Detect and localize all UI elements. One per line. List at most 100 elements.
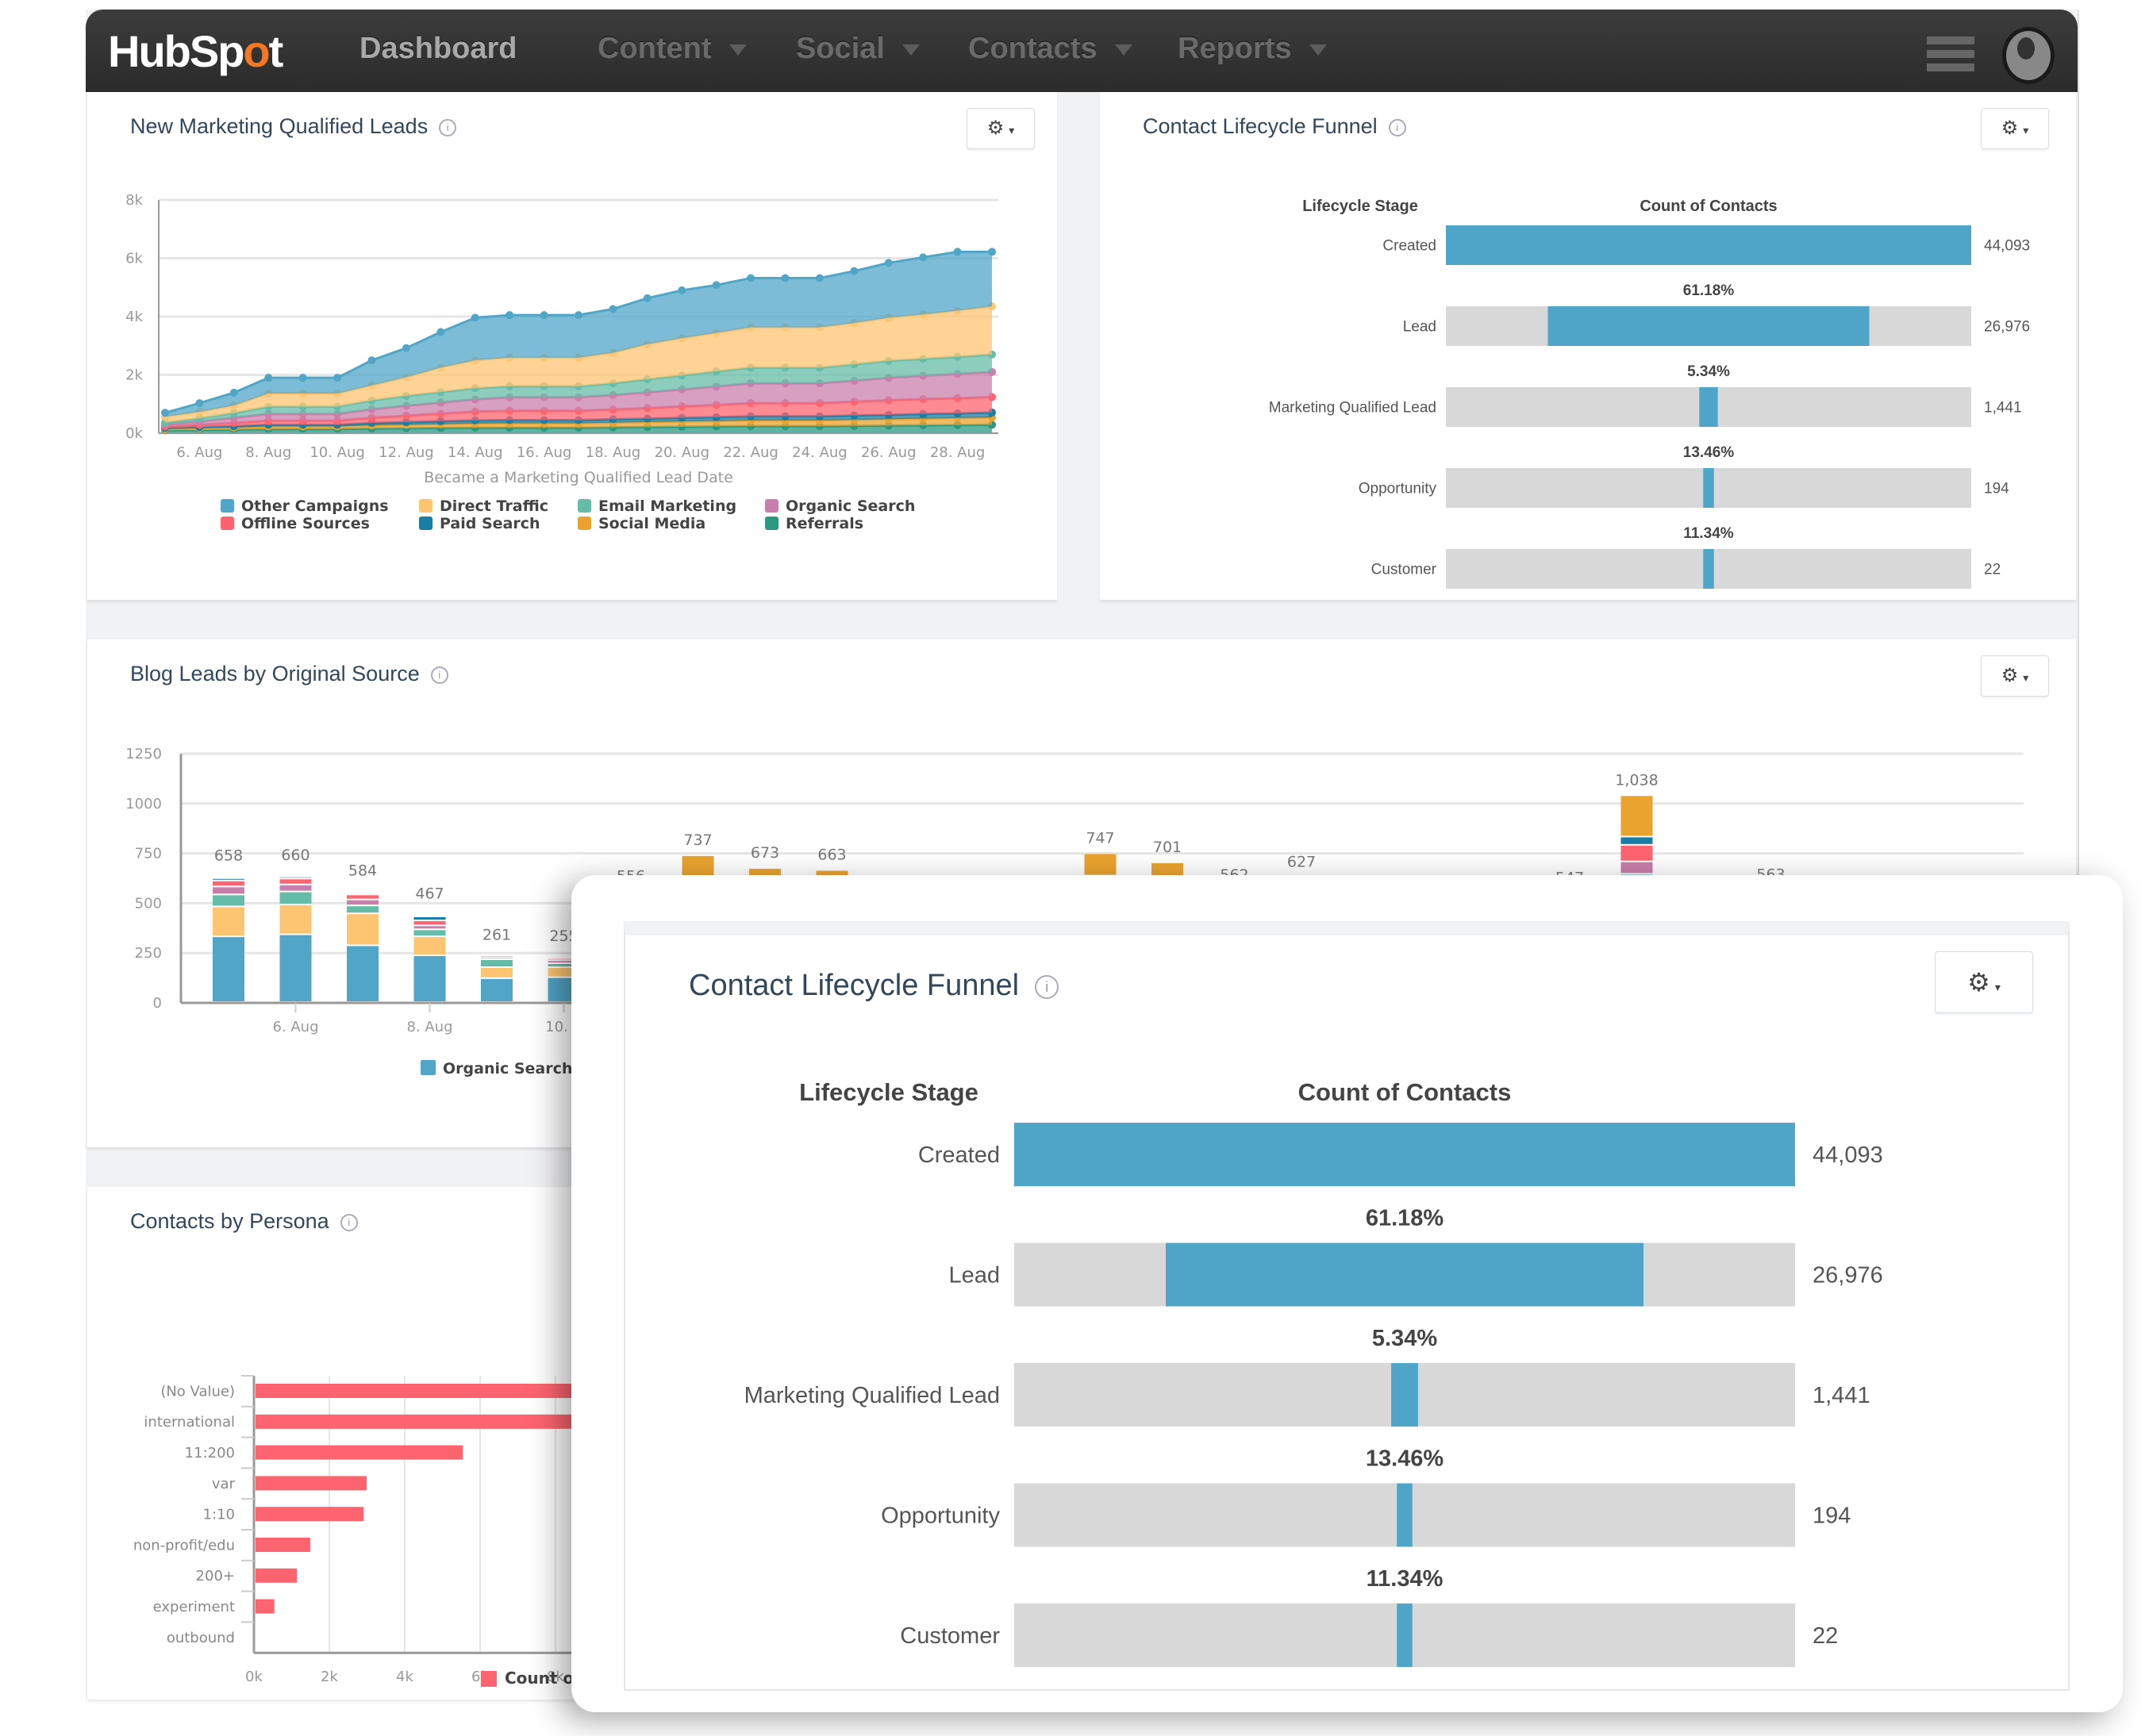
bar-segment (413, 930, 446, 936)
info-icon[interactable]: i (430, 666, 448, 684)
top-nav: HubSpot Dashboard Content Social Contact… (86, 10, 2078, 92)
info-icon[interactable]: i (1035, 974, 1059, 999)
conversion-rate: 11.34% (1367, 1566, 1444, 1592)
legend-swatch (419, 517, 432, 530)
bar-segment (279, 879, 312, 884)
x-tick-label: 28. Aug (930, 444, 986, 461)
y-tick-label: 1250 (125, 746, 162, 762)
nav-dashboard[interactable]: Dashboard (359, 32, 517, 66)
data-point (678, 286, 686, 294)
bar-segment (279, 935, 312, 1001)
data-point (747, 274, 755, 282)
count-label: 1,441 (1984, 400, 2022, 417)
bar-segment (213, 907, 244, 936)
nav-label: Social (796, 32, 885, 65)
count-label: 44,093 (1984, 238, 2030, 255)
nav-reports[interactable]: Reports (1178, 32, 1327, 66)
menu-icon[interactable] (1927, 36, 1974, 71)
stage-label: Opportunity (881, 1504, 1000, 1529)
persona-bar (256, 1414, 595, 1429)
settings-gear-button[interactable]: ⚙ ▾ (967, 108, 1035, 149)
persona-bar (256, 1476, 367, 1491)
nav-label: Contacts (968, 32, 1098, 65)
data-point (229, 388, 238, 397)
nav-social[interactable]: Social (796, 32, 920, 66)
bar-segment (1620, 845, 1653, 861)
funnel-bar (1165, 1242, 1644, 1307)
legend-swatch (578, 499, 591, 513)
bar-segment (413, 921, 446, 925)
data-point (436, 328, 445, 336)
settings-gear-button[interactable]: ⚙ ▾ (1935, 951, 2033, 1013)
column-header: Lifecycle Stage (1302, 198, 1418, 215)
y-tick-label: 0k (125, 425, 143, 442)
count-label: 26,976 (1984, 319, 2030, 336)
legend-label: Organic Search (786, 497, 915, 515)
mql-card: New Marketing Qualified Leads i ⚙ ▾ 0k 2k 4k… (87, 92, 1057, 600)
data-point (298, 374, 307, 382)
bar-segment (413, 955, 446, 1001)
caret-down-icon (902, 44, 920, 56)
bar-segment (481, 955, 513, 957)
x-tick-label: 26. Aug (861, 444, 917, 461)
y-tick-label: 500 (135, 895, 162, 912)
category-label: (No Value) (160, 1383, 235, 1400)
y-tick-label: 0 (153, 995, 162, 1012)
bar-total-label: 467 (415, 885, 444, 903)
legend-label: Organic Search (443, 1060, 572, 1077)
conversion-rate: 11.34% (1683, 525, 1733, 542)
legend-label: Other Campaigns (241, 497, 389, 515)
info-icon[interactable]: i (439, 118, 457, 136)
nav-label: Dashboard (359, 32, 517, 65)
count-label: 194 (1813, 1504, 1851, 1529)
nav-contacts[interactable]: Contacts (968, 32, 1132, 66)
y-tick-label: 750 (135, 846, 162, 862)
funnel-zoom-panel: Contact Lifecycle Funnel i ⚙ ▾ Lifecycle S… (571, 875, 2123, 1712)
stage-label: Created (918, 1143, 1000, 1168)
conversion-rate: 61.18% (1366, 1206, 1444, 1231)
bar-segment (413, 926, 446, 929)
count-label: 44,093 (1813, 1143, 1883, 1168)
bar-total-label: 658 (214, 847, 243, 865)
bar-total-label: 584 (348, 862, 377, 879)
hubspot-logo[interactable]: HubSpot (108, 25, 283, 77)
mql-area-chart: 0k 2k 4k 6k 8k 6. Aug 8. Aug 10. Aug 12. Aug 14. … (125, 192, 998, 532)
settings-gear-button[interactable]: ⚙ ▾ (1981, 655, 2049, 697)
gear-icon: ⚙ (2001, 665, 2019, 686)
settings-gear-button[interactable]: ⚙ ▾ (1981, 108, 2049, 149)
info-icon[interactable]: i (1388, 118, 1406, 136)
funnel-bar (1446, 225, 1971, 265)
legend-label: Offline Sources (241, 515, 370, 532)
bar-segment (213, 937, 244, 1001)
bar-total-label: 737 (683, 832, 712, 849)
legend-swatch (421, 1060, 436, 1075)
x-tick-label: 22. Aug (723, 444, 778, 461)
y-tick-label: 250 (135, 945, 162, 962)
caret-down-icon: ▾ (2023, 124, 2029, 136)
data-point (643, 294, 652, 302)
x-tick-label: 16. Aug (517, 444, 572, 461)
data-point (781, 274, 790, 282)
title-text: Contact Lifecycle Funnel (1143, 114, 1378, 138)
legend-label: Referrals (786, 515, 863, 532)
column-header: Lifecycle Stage (799, 1078, 978, 1106)
stage-label: Marketing Qualified Lead (744, 1383, 1000, 1408)
caret-down-icon: ▾ (1994, 981, 2001, 993)
caret-down-icon (1309, 44, 1327, 56)
nav-content[interactable]: Content (598, 32, 747, 66)
card-title: Contact Lifecycle Funnel i (1143, 114, 1406, 139)
bar-total-label: 627 (1287, 853, 1316, 870)
data-point (540, 311, 548, 320)
user-avatar[interactable] (2002, 27, 2055, 84)
y-tick-label: 1000 (125, 796, 162, 812)
title-text: Contact Lifecycle Funnel (689, 969, 1020, 1002)
data-point (575, 311, 582, 320)
bar-segment (1620, 862, 1653, 874)
funnel-bar (1014, 1123, 1795, 1186)
gear-icon: ⚙ (986, 117, 1005, 139)
card-title: Contacts by Persona i (130, 1209, 358, 1234)
nav-label: Content (598, 32, 712, 65)
legend-swatch (765, 517, 778, 530)
x-axis-title: Became a Marketing Qualified Lead Date (424, 469, 733, 486)
info-icon[interactable]: i (340, 1213, 358, 1231)
